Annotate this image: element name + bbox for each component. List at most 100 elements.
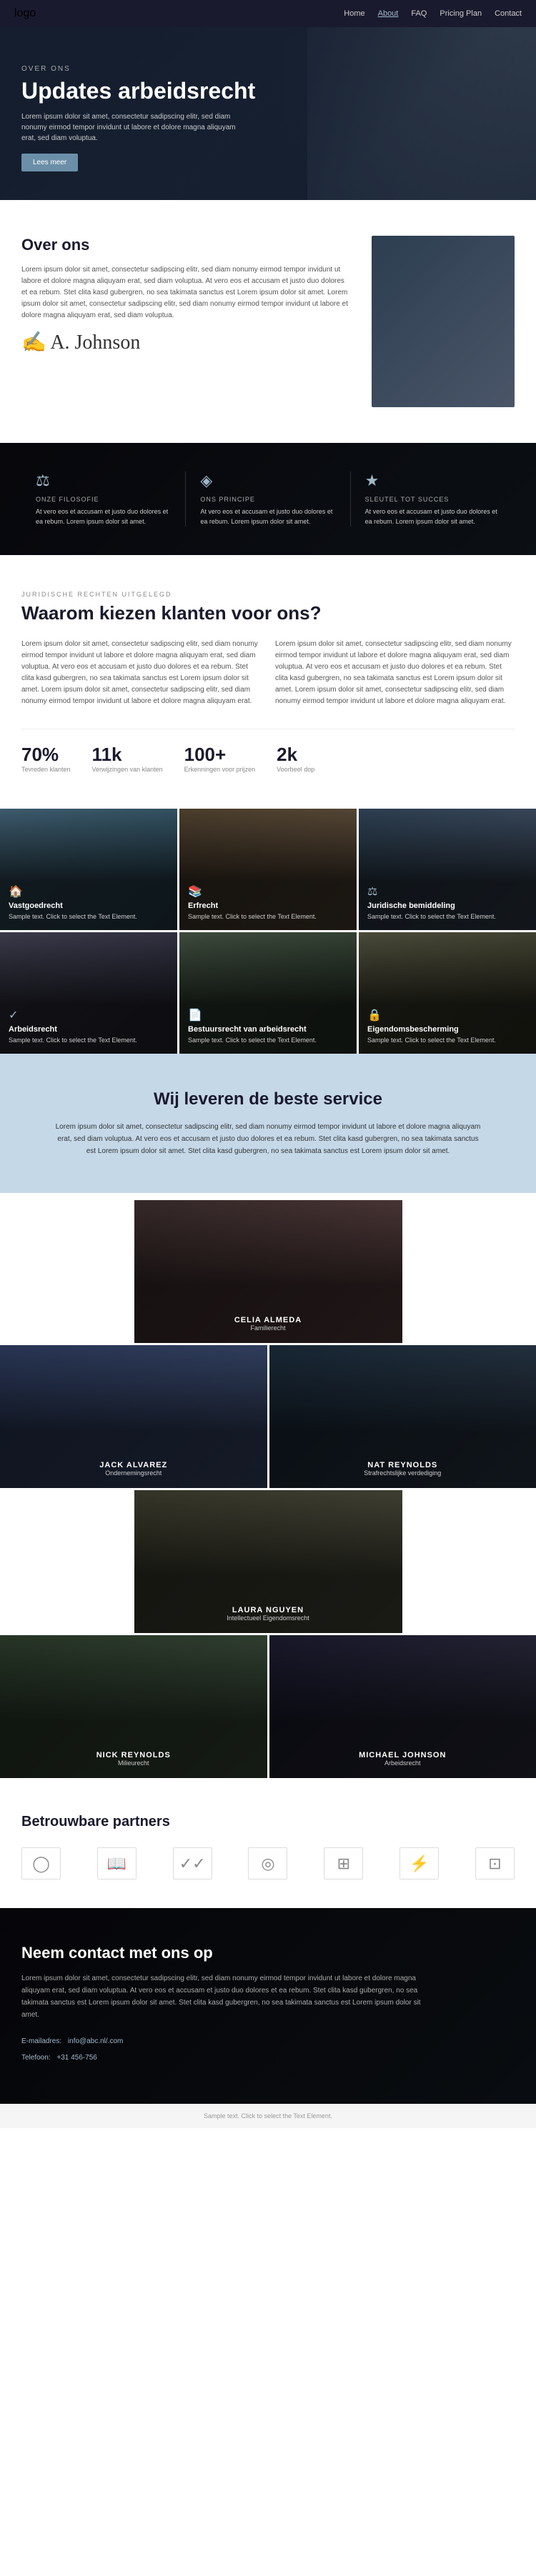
team-role-1: Ondernemingsrecht	[99, 1469, 167, 1477]
why-col-2: Lorem ipsum dolor sit amet, consectetur …	[275, 639, 515, 707]
stat-label-2: Erkenningen voor prijzen	[184, 766, 256, 773]
nav-pricing[interactable]: Pricing Plan	[440, 9, 482, 18]
hero-cta-button[interactable]: Lees meer	[21, 154, 78, 171]
partners-section: Betrouwbare partners ◯ 📖 ✓✓ ◎ ⊞ ⚡ ⊡	[0, 1785, 536, 1908]
card-content-5: 🔒 Eigendomsbescherming Sample text. Clic…	[367, 1008, 527, 1045]
nav-faq[interactable]: FAQ	[411, 9, 427, 18]
stat-label-3: Voorbeel dop	[277, 766, 314, 773]
hero-section: OVER ONS Updates arbeidsrecht Lorem ipsu…	[0, 0, 536, 200]
contact-section: Neem contact met ons op Lorem ipsum dolo…	[0, 1908, 536, 2104]
signature: ✍ A. Johnson	[21, 330, 350, 354]
nav-links: Home About FAQ Pricing Plan Contact	[344, 9, 522, 18]
service-icon-5: 🔒	[367, 1008, 527, 1022]
why-title: Waarom kiezen klanten voor ons?	[21, 602, 515, 624]
email-label: E-mailadres:	[21, 2037, 61, 2045]
team-card-2: NAT REYNOLDS Strafrechtslijke verdedigin…	[269, 1345, 536, 1488]
service-card-0[interactable]: 🏠 Vastgoedrecht Sample text. Click to se…	[0, 809, 177, 930]
banner-item-2: ★ SLEUTEL TOT SUCCES At vero eos et accu…	[351, 471, 515, 526]
nav-contact[interactable]: Contact	[495, 9, 522, 18]
team-role-2: Strafrechtslijke verdediging	[364, 1469, 441, 1477]
team-role-5: Arbeidsrecht	[359, 1759, 446, 1767]
hero-title: Updates arbeidsrecht	[21, 77, 255, 104]
service-icon-0: 🏠	[9, 884, 169, 899]
nav-logo: logo	[14, 7, 36, 20]
stats-row: 70% Tevreden klanten 11k Verwijzingen va…	[21, 729, 515, 773]
banner-icon-2: ★	[365, 471, 500, 490]
team-section: CELIA ALMEDA Familierecht JACK ALVAREZ O…	[0, 1193, 536, 1785]
service-section-title: Wij leveren de beste service	[21, 1089, 515, 1109]
service-title-3: Arbeidsrecht	[9, 1025, 169, 1034]
partner-logo-6[interactable]: ⊡	[475, 1847, 515, 1879]
service-icon-3: ✓	[9, 1008, 169, 1022]
contact-text: Lorem ipsum dolor sit amet, consectetur …	[21, 1972, 436, 2021]
team-card-label-4: NICK REYNOLDS Milieurecht	[96, 1751, 171, 1767]
team-name-0: CELIA ALMEDA	[234, 1316, 302, 1324]
about-section: Over ons Lorem ipsum dolor sit amet, con…	[0, 200, 536, 443]
hero-over-ons: OVER ONS	[21, 65, 255, 73]
partners-title: Betrouwbare partners	[21, 1814, 515, 1830]
service-card-5[interactable]: 🔒 Eigendomsbescherming Sample text. Clic…	[359, 932, 536, 1054]
service-text-3: Sample text. Click to select the Text El…	[9, 1036, 169, 1045]
partner-logo-1[interactable]: 📖	[97, 1847, 137, 1879]
team-grid: CELIA ALMEDA Familierecht JACK ALVAREZ O…	[0, 1200, 536, 1778]
hero-content: OVER ONS Updates arbeidsrecht Lorem ipsu…	[21, 65, 255, 171]
contact-info: E-mailadres: info@abc.nl/.com Telefoon: …	[21, 2035, 515, 2064]
service-text-2: Sample text. Click to select the Text El…	[367, 912, 527, 922]
about-title: Over ons	[21, 236, 350, 254]
about-text: Over ons Lorem ipsum dolor sit amet, con…	[21, 236, 350, 354]
team-card-1: JACK ALVAREZ Ondernemingsrecht	[0, 1345, 267, 1488]
why-sub-label: JURIDISCHE RECHTEN UITGELEGD	[21, 591, 515, 598]
stat-3: 2k Voorbeel dop	[277, 744, 314, 773]
service-card-2[interactable]: ⚖ Juridische bemiddeling Sample text. Cl…	[359, 809, 536, 930]
team-name-4: NICK REYNOLDS	[96, 1751, 171, 1759]
team-card-label-3: LAURA NGUYEN Intellectueel Eigendomsrech…	[227, 1606, 309, 1622]
banner-text-0: At vero eos et accusam et justo duo dolo…	[36, 507, 171, 526]
service-text-5: Sample text. Click to select the Text El…	[367, 1036, 527, 1045]
service-card-1[interactable]: 📚 Erfrecht Sample text. Click to select …	[179, 809, 357, 930]
team-row-3: LAURA NGUYEN Intellectueel Eigendomsrech…	[0, 1490, 536, 1633]
banner-label-2: SLEUTEL TOT SUCCES	[365, 496, 500, 503]
team-card-3: LAURA NGUYEN Intellectueel Eigendomsrech…	[134, 1490, 402, 1633]
banner-label-1: ONS PRINCIPE	[200, 496, 335, 503]
banner-icon-0: ⚖	[36, 471, 171, 490]
team-card-label-0: CELIA ALMEDA Familierecht	[234, 1316, 302, 1332]
service-title-2: Juridische bemiddeling	[367, 902, 527, 910]
stat-label-0: Tevreden klanten	[21, 766, 71, 773]
why-cols: Lorem ipsum dolor sit amet, consectetur …	[21, 639, 515, 707]
partner-logo-2[interactable]: ✓✓	[173, 1847, 212, 1879]
partner-logo-0[interactable]: ◯	[21, 1847, 61, 1879]
dark-banner: ⚖ ONZE FILOSOFIE At vero eos et accusam …	[0, 443, 536, 555]
team-card-0: CELIA ALMEDA Familierecht	[134, 1200, 402, 1343]
stat-num-3: 2k	[277, 744, 314, 766]
team-row-1: CELIA ALMEDA Familierecht	[0, 1200, 536, 1343]
email-value: info@abc.nl/.com	[68, 2037, 123, 2045]
nav-about[interactable]: About	[378, 9, 399, 18]
team-role-4: Milieurecht	[96, 1759, 171, 1767]
partners-row: ◯ 📖 ✓✓ ◎ ⊞ ⚡ ⊡	[21, 1847, 515, 1879]
service-text-4: Sample text. Click to select the Text El…	[188, 1036, 348, 1045]
footer-sample-text: Sample text. Click to select the Text El…	[204, 2112, 332, 2120]
banner-label-0: ONZE FILOSOFIE	[36, 496, 171, 503]
team-card-label-2: NAT REYNOLDS Strafrechtslijke verdedigin…	[364, 1461, 441, 1477]
card-content-4: 📄 Bestuursrecht van arbeidsrecht Sample …	[188, 1008, 348, 1045]
partner-logo-5[interactable]: ⚡	[399, 1847, 439, 1879]
service-title-5: Eigendomsbescherming	[367, 1025, 527, 1034]
service-text-0: Sample text. Click to select the Text El…	[9, 912, 169, 922]
team-role-3: Intellectueel Eigendomsrecht	[227, 1614, 309, 1622]
service-card-3[interactable]: ✓ Arbeidsrecht Sample text. Click to sel…	[0, 932, 177, 1054]
team-name-2: NAT REYNOLDS	[364, 1461, 441, 1469]
why-section: JURIDISCHE RECHTEN UITGELEGD Waarom kiez…	[0, 555, 536, 809]
team-card-4: NICK REYNOLDS Milieurecht	[0, 1635, 267, 1778]
stat-1: 11k Verwijzingen van klanten	[92, 744, 163, 773]
service-text-1: Sample text. Click to select the Text El…	[188, 912, 348, 922]
service-card-4[interactable]: 📄 Bestuursrecht van arbeidsrecht Sample …	[179, 932, 357, 1054]
partner-logo-3[interactable]: ◎	[248, 1847, 287, 1879]
team-name-1: JACK ALVAREZ	[99, 1461, 167, 1469]
service-title-4: Bestuursrecht van arbeidsrecht	[188, 1025, 348, 1034]
nav-home[interactable]: Home	[344, 9, 364, 18]
hero-description: Lorem ipsum dolor sit amet, consectetur …	[21, 111, 250, 144]
contact-email-row: E-mailadres: info@abc.nl/.com	[21, 2035, 436, 2047]
partner-logo-4[interactable]: ⊞	[324, 1847, 363, 1879]
contact-title: Neem contact met ons op	[21, 1944, 515, 1962]
banner-text-2: At vero eos et accusam et justo duo dolo…	[365, 507, 500, 526]
